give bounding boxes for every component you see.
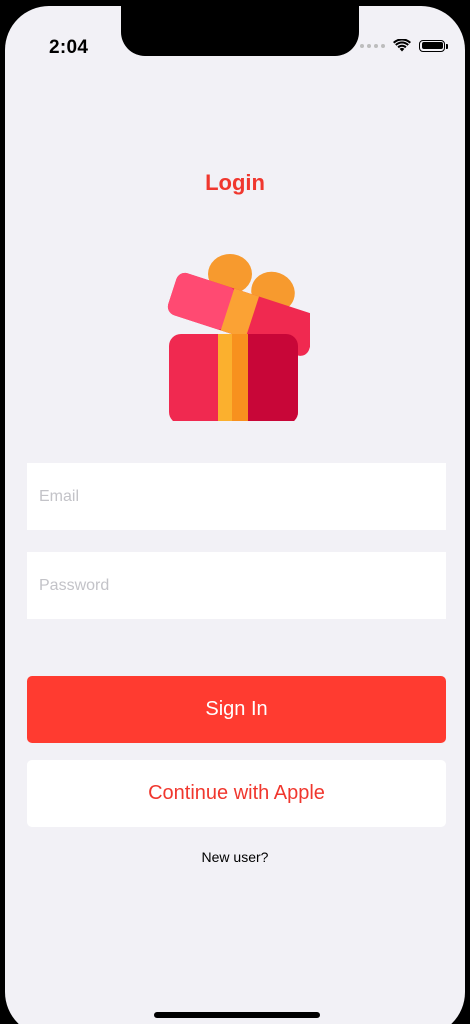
device-notch <box>121 6 359 56</box>
wifi-icon <box>393 39 411 52</box>
battery-icon <box>419 39 448 52</box>
new-user-link[interactable]: New user? <box>5 849 465 865</box>
continue-with-apple-button[interactable]: Continue with Apple <box>27 760 446 827</box>
email-field[interactable] <box>27 463 446 530</box>
app-screen: 2:04 Login Email Sign In Continue with A… <box>5 6 465 1024</box>
sign-in-button[interactable]: Sign In <box>27 676 446 743</box>
cellular-signal-icon <box>360 43 385 48</box>
status-time: 2:04 <box>49 37 89 58</box>
page-title: Login <box>205 170 265 195</box>
device-frame: 2:04 Login Email Sign In Continue with A… <box>0 0 470 1024</box>
sign-in-label: Sign In <box>205 698 268 720</box>
home-indicator[interactable] <box>154 1012 320 1018</box>
gift-icon <box>167 254 310 421</box>
password-field[interactable] <box>27 552 446 619</box>
continue-with-apple-label: Continue with Apple <box>148 782 325 804</box>
status-icons <box>360 39 448 52</box>
